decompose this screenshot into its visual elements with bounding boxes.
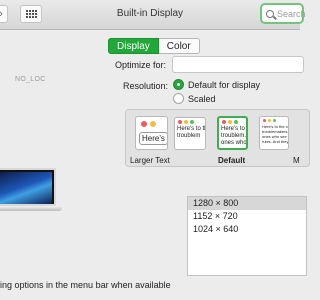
window-titlebar: › Built-in Display Search — [0, 0, 306, 30]
radio-scaled-label: Scaled — [188, 93, 216, 104]
radio-button-selected[interactable] — [173, 79, 184, 90]
tab-display[interactable]: Display — [108, 38, 159, 54]
preview-text-more: Here's to the cra troublemakers. T ones … — [262, 124, 289, 144]
radio-default-label: Default for display — [188, 79, 261, 90]
search-placeholder: Search — [277, 8, 306, 19]
optimize-popup[interactable] — [172, 56, 304, 73]
tab-bar: Display Color — [108, 38, 200, 54]
show-mirroring-option-label[interactable]: ing options in the menu bar when availab… — [0, 280, 171, 290]
scale-label-larger-text: Larger Text — [130, 156, 170, 165]
preview-text-larger: Here's — [139, 132, 167, 145]
scale-option-more-space[interactable]: Here's to the cra troublemakers. T ones … — [259, 116, 289, 150]
scale-option-2[interactable]: Here's to the troublem — [174, 117, 206, 150]
list-item[interactable]: 1152 × 720 — [188, 210, 306, 223]
radio-default-for-display[interactable]: Default for display — [173, 79, 260, 90]
search-field[interactable]: Search — [260, 3, 306, 24]
radio-scaled[interactable]: Scaled — [173, 93, 216, 104]
resolution-label: Resolution: — [123, 81, 169, 91]
scale-option-larger-text[interactable]: Here's — [135, 116, 168, 150]
laptop-image — [0, 168, 62, 218]
scale-option-default[interactable]: Here's to th troublem... ones who s... — [217, 116, 248, 150]
radio-button[interactable] — [173, 93, 184, 104]
tab-color[interactable]: Color — [158, 38, 200, 54]
resolution-list[interactable]: 1280 × 800 1152 × 720 1024 × 640 — [187, 196, 307, 276]
scale-label-default: Default — [218, 156, 246, 165]
search-icon — [266, 9, 274, 18]
preview-text-2: Here's to the troublem — [177, 126, 205, 139]
list-item[interactable]: 1280 × 800 — [188, 197, 306, 210]
scale-label-more-space: M — [293, 156, 300, 165]
list-item[interactable]: 1024 × 640 — [188, 223, 306, 236]
optimize-label: Optimize for: — [115, 60, 167, 70]
preview-text-default: Here's to th troublem... ones who s... — [221, 126, 248, 146]
window-title: Built-in Display — [116, 8, 184, 19]
noloc-label: NO_LOC — [15, 76, 46, 83]
